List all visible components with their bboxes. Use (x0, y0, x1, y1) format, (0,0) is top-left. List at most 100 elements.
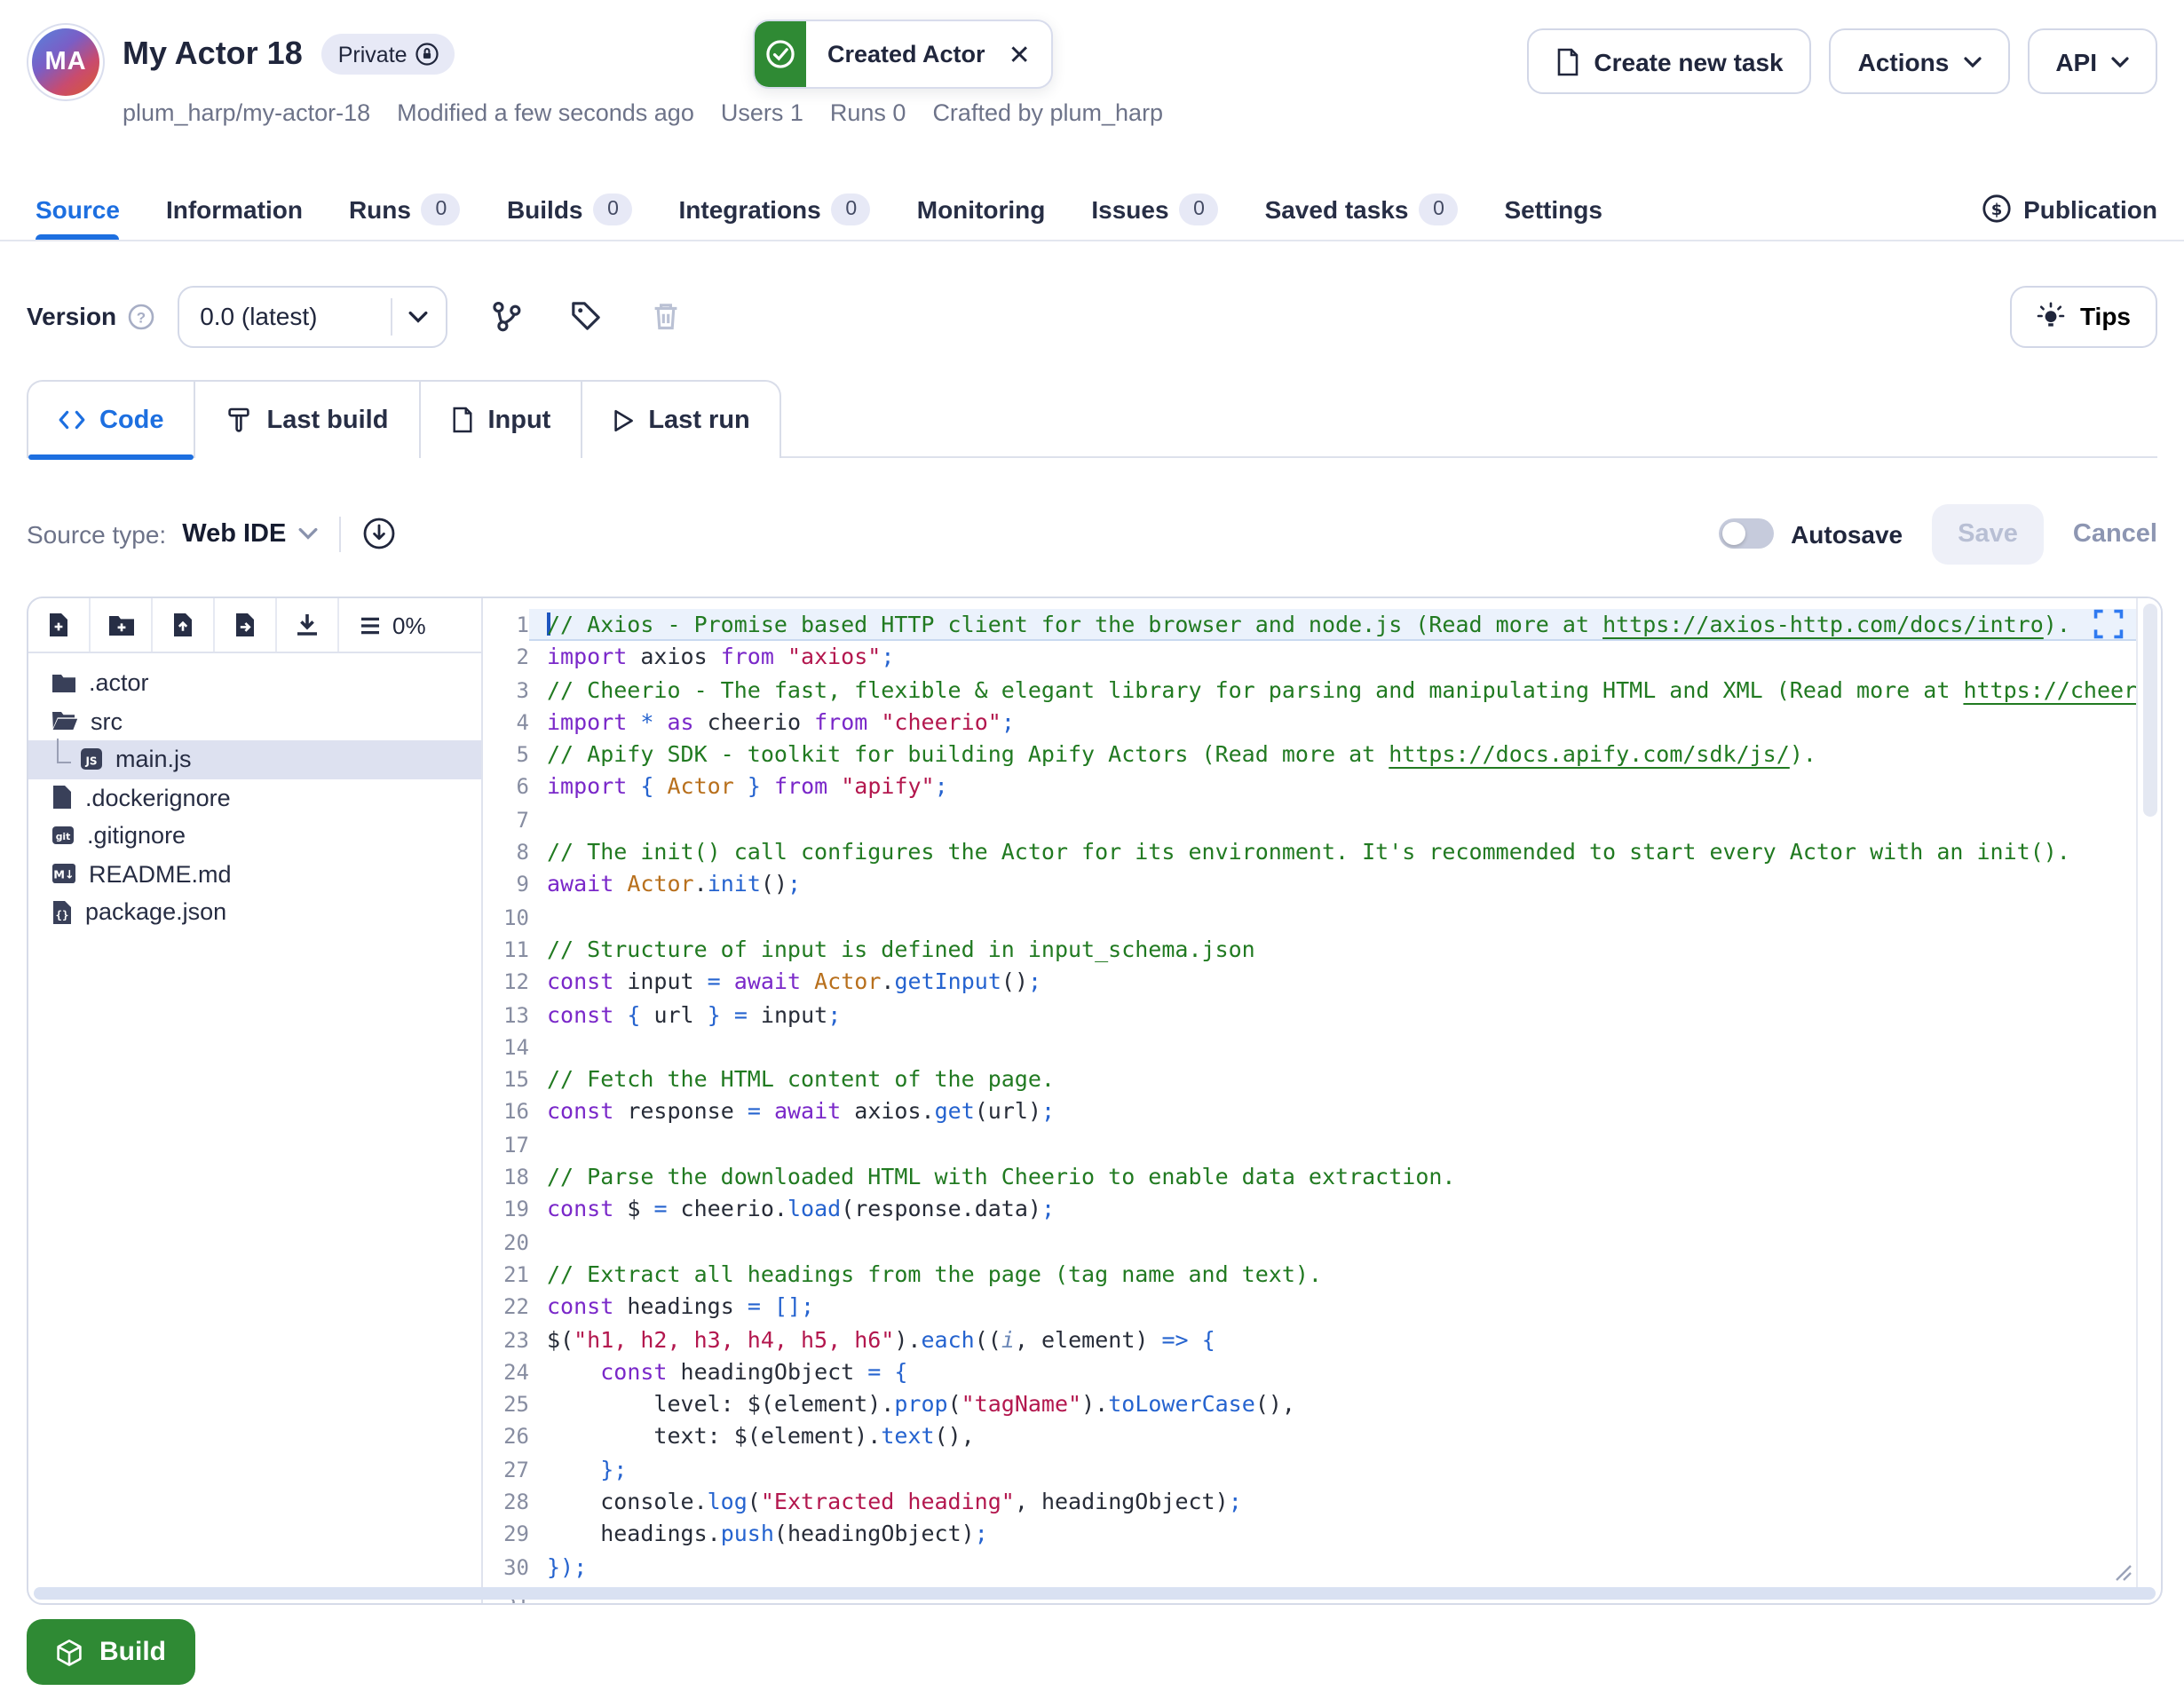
tab-builds[interactable]: Builds0 (507, 178, 633, 240)
resize-handle[interactable] (2115, 1564, 2133, 1582)
code-editor[interactable]: 1// Axios - Promise based HTTP client fo… (483, 598, 2161, 1603)
cancel-button[interactable]: Cancel (2073, 519, 2157, 548)
svg-text:?: ? (136, 308, 145, 325)
code-line[interactable]: 25 level: $(element).prop("tagName").toL… (483, 1388, 2161, 1421)
code-content: const headings = []; (529, 1291, 2161, 1324)
source-type-select[interactable]: Web IDE (182, 519, 318, 548)
git-branch-icon[interactable] (489, 300, 521, 332)
file-item-package-json[interactable]: {}package.json (28, 893, 481, 931)
code-tab-last-build[interactable]: Last build (196, 382, 421, 458)
code-line[interactable]: 2import axios from "axios"; (483, 642, 2161, 675)
code-line[interactable]: 27 }; (483, 1453, 2161, 1486)
package-icon (55, 1638, 83, 1666)
code-line[interactable]: 5// Apify SDK - toolkit for building Api… (483, 739, 2161, 771)
code-tab-input[interactable]: Input (420, 382, 582, 458)
code-line[interactable]: 22const headings = []; (483, 1291, 2161, 1324)
actions-button[interactable]: Actions (1830, 28, 2010, 94)
tab-runs[interactable]: Runs0 (349, 178, 461, 240)
code-line[interactable]: 16const response = await axios.get(url); (483, 1096, 2161, 1129)
code-line[interactable]: 21// Extract all headings from the page … (483, 1259, 2161, 1292)
code-tab-last-run[interactable]: Last run (582, 382, 779, 458)
code-line[interactable]: 18// Parse the downloaded HTML with Chee… (483, 1161, 2161, 1194)
svg-text:M↓: M↓ (53, 869, 74, 882)
code-line[interactable]: 17 (483, 1129, 2161, 1162)
code-content (529, 1226, 2161, 1259)
code-line[interactable]: 24 const headingObject = { (483, 1356, 2161, 1389)
code-line[interactable]: 12const input = await Actor.getInput(); (483, 967, 2161, 1000)
code-line[interactable]: 28 console.log("Extracted heading", head… (483, 1486, 2161, 1519)
meta-item: Runs 0 (830, 99, 906, 126)
code-line[interactable]: 1// Axios - Promise based HTTP client fo… (483, 609, 2161, 642)
code-line[interactable]: 7 (483, 804, 2161, 837)
file-item--actor[interactable]: .actor (28, 664, 481, 702)
git-file-icon: git (51, 825, 75, 848)
code-line[interactable]: 14 (483, 1031, 2161, 1064)
horizontal-scrollbar[interactable] (34, 1587, 2156, 1600)
file-item-main-js[interactable]: JSmain.js (28, 740, 481, 778)
line-number: 26 (483, 1421, 529, 1454)
code-line[interactable]: 23$("h1, h2, h3, h4, h5, h6").each((i, e… (483, 1324, 2161, 1356)
tab-source[interactable]: Source (36, 178, 120, 240)
close-icon[interactable]: ✕ (1005, 21, 1052, 87)
tab-issues[interactable]: Issues0 (1091, 178, 1218, 240)
version-select[interactable]: 0.0 (latest) (177, 285, 447, 347)
code-content (529, 901, 2161, 934)
created-actor-toast: Created Actor ✕ (753, 20, 1054, 89)
download-button[interactable] (277, 598, 339, 652)
code-tab-code[interactable]: Code (28, 382, 196, 458)
code-line[interactable]: 29 headings.push(headingObject); (483, 1519, 2161, 1552)
zoom-level-control[interactable]: 0% (339, 598, 481, 652)
create-new-task-button[interactable]: Create new task (1526, 28, 1811, 94)
code-line[interactable]: 8// The init() call configures the Actor… (483, 836, 2161, 869)
download-circle-icon[interactable] (362, 517, 396, 550)
code-line[interactable]: 30}); (483, 1551, 2161, 1584)
code-content: // Extract all headings from the page (t… (529, 1259, 2161, 1292)
tag-icon[interactable] (569, 300, 601, 332)
code-line[interactable]: 20 (483, 1226, 2161, 1259)
code-line[interactable]: 9await Actor.init(); (483, 869, 2161, 902)
code-line[interactable]: 15// Fetch the HTML content of the page. (483, 1063, 2161, 1096)
file-item--gitignore[interactable]: git.gitignore (28, 817, 481, 855)
tab-monitoring[interactable]: Monitoring (917, 178, 1046, 240)
tab-saved-tasks[interactable]: Saved tasks0 (1265, 178, 1459, 240)
tips-button[interactable]: Tips (2011, 285, 2157, 347)
chevron-down-icon (298, 527, 318, 540)
vertical-scrollbar-thumb[interactable] (2142, 604, 2156, 817)
move-file-button[interactable] (215, 598, 277, 652)
meta-item: Crafted by plum_harp (932, 99, 1163, 126)
file-name: src (91, 708, 123, 735)
code-content: }); (529, 1551, 2161, 1584)
file-item-readme-md[interactable]: M↓README.md (28, 855, 481, 893)
code-line[interactable]: 13const { url } = input; (483, 999, 2161, 1031)
chevron-down-icon (2111, 56, 2129, 67)
code-line[interactable]: 19const $ = cheerio.load(response.data); (483, 1194, 2161, 1227)
tab-information[interactable]: Information (166, 178, 303, 240)
api-button[interactable]: API (2027, 28, 2157, 94)
build-button[interactable]: Build (27, 1619, 194, 1685)
code-line[interactable]: 10 (483, 901, 2161, 934)
code-line[interactable]: 6import { Actor } from "apify"; (483, 771, 2161, 804)
new-file-button[interactable] (28, 598, 91, 652)
line-number: 15 (483, 1063, 529, 1096)
tab-integrations[interactable]: Integrations0 (679, 178, 871, 240)
code-line[interactable]: 3// Cheerio - The fast, flexible & elega… (483, 674, 2161, 707)
save-button[interactable]: Save (1931, 503, 2045, 564)
tab-settings[interactable]: Settings (1504, 178, 1602, 240)
file-item-src[interactable]: src (28, 702, 481, 740)
svg-text:git: git (56, 831, 71, 842)
autosave-toggle[interactable] (1718, 518, 1773, 549)
fullscreen-icon[interactable] (2093, 609, 2124, 639)
vertical-scrollbar[interactable] (2136, 598, 2161, 1589)
code-line[interactable]: 11// Structure of input is defined in in… (483, 934, 2161, 967)
code-line[interactable]: 26 text: $(element).text(), (483, 1421, 2161, 1454)
code-content (529, 1129, 2161, 1162)
trash-icon[interactable] (649, 300, 681, 332)
code-line[interactable]: 4import * as cheerio from "cheerio"; (483, 707, 2161, 739)
upload-file-button[interactable] (153, 598, 215, 652)
line-number: 17 (483, 1129, 529, 1162)
new-folder-button[interactable] (91, 598, 153, 652)
zoom-level-value: 0% (392, 612, 426, 638)
file-item--dockerignore[interactable]: .dockerignore (28, 778, 481, 817)
tab-publication[interactable]: $ Publication (1981, 194, 2157, 224)
help-circle-icon: ? (127, 303, 154, 329)
